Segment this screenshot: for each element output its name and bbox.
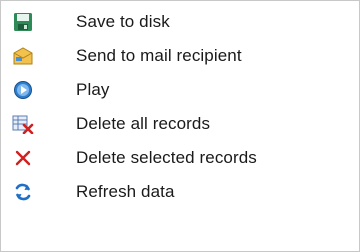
- menu-item-delete-all-records[interactable]: Delete all records: [2, 107, 358, 141]
- menu-item-label: Send to mail recipient: [76, 46, 242, 65]
- menu-item-send-to-mail[interactable]: Send to mail recipient: [2, 39, 358, 73]
- menu-item-label: Play: [76, 80, 110, 99]
- menu-item-label: Refresh data: [76, 182, 175, 201]
- menu-item-save-to-disk[interactable]: Save to disk: [2, 5, 358, 39]
- mail-envelope-icon: [12, 45, 34, 67]
- menu-item-label: Delete all records: [76, 114, 211, 133]
- menu-item-label: Save to disk: [76, 12, 170, 31]
- menu-item-play[interactable]: Play: [2, 73, 358, 107]
- refresh-icon: [12, 181, 34, 203]
- play-icon: [12, 79, 34, 101]
- delete-all-records-icon: [12, 113, 34, 135]
- menu-item-delete-selected-records[interactable]: Delete selected records: [2, 141, 358, 175]
- context-menu: Save to disk Send to mail recipient Play: [0, 0, 360, 252]
- delete-x-icon: [12, 147, 34, 169]
- menu-item-label: Delete selected records: [76, 148, 257, 167]
- menu-item-refresh-data[interactable]: Refresh data: [2, 175, 358, 209]
- floppy-disk-icon: [12, 11, 34, 33]
